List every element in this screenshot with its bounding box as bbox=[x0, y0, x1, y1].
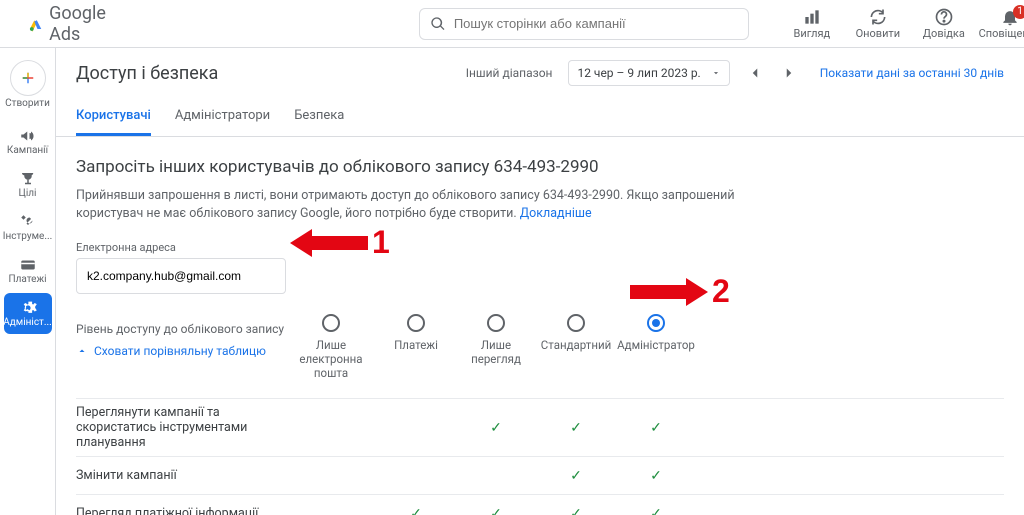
permission-cell: ✓ bbox=[456, 506, 536, 515]
invite-description: Прийнявши запрошення в листі, вони отрим… bbox=[76, 187, 776, 223]
sidebar-item-tools[interactable]: Інструме... bbox=[4, 207, 52, 248]
permission-cell bbox=[376, 468, 456, 484]
permission-label: Перегляд платіжної інформації bbox=[76, 506, 286, 515]
notification-badge: 1 bbox=[1013, 5, 1024, 19]
search-input[interactable] bbox=[454, 16, 738, 31]
permission-row: Змінити кампанії ✓✓ bbox=[76, 456, 1004, 494]
tabs: Користувачі Адміністратори Безпека bbox=[56, 98, 1024, 137]
permissions-table: Переглянути кампанії та скористатись інс… bbox=[76, 398, 1004, 515]
tab-security[interactable]: Безпека bbox=[294, 98, 344, 136]
access-level-billing[interactable]: Платежі bbox=[376, 314, 456, 380]
sidebar-item-billing[interactable]: Платежі bbox=[4, 250, 52, 291]
last-30-days-link[interactable]: Показати дані за останні 30 днів bbox=[820, 66, 1004, 80]
sidebar-item-campaigns[interactable]: Кампанії bbox=[4, 121, 52, 162]
trophy-icon bbox=[19, 170, 37, 188]
search-box[interactable] bbox=[419, 8, 749, 40]
access-level-read_only[interactable]: Лише перегляд bbox=[456, 314, 536, 380]
main-content: Доступ і безпека Інший діапазон 12 чер –… bbox=[56, 48, 1024, 515]
date-range-picker[interactable]: 12 чер – 9 лип 2023 р. bbox=[568, 60, 729, 86]
invite-heading: Запросіть інших користувачів до обліково… bbox=[76, 157, 1004, 177]
permission-cell: ✓ bbox=[616, 420, 696, 436]
range-type-label: Інший діапазон bbox=[466, 66, 553, 80]
ads-logo-icon bbox=[28, 13, 43, 35]
tab-users[interactable]: Користувачі bbox=[76, 98, 151, 136]
access-level-radios: Лише електронна поштаПлатежіЛише перегля… bbox=[286, 314, 1004, 380]
permission-cell bbox=[286, 506, 376, 515]
permission-cell: ✓ bbox=[616, 506, 696, 515]
sidebar-item-goals[interactable]: Цілі bbox=[4, 164, 52, 205]
search-icon bbox=[430, 16, 446, 32]
refresh-button[interactable]: Оновити bbox=[847, 7, 909, 40]
tools-icon bbox=[19, 213, 37, 231]
date-next[interactable] bbox=[780, 64, 798, 82]
permission-cell: ✓ bbox=[536, 468, 616, 484]
permission-cell: ✓ bbox=[456, 420, 536, 436]
help-button[interactable]: Довідка bbox=[913, 7, 975, 40]
product-name: Google Ads bbox=[49, 3, 113, 45]
gear-icon bbox=[19, 299, 37, 317]
permission-cell: ✓ bbox=[376, 506, 456, 515]
email-input-wrapper[interactable] bbox=[76, 258, 286, 294]
help-icon bbox=[934, 7, 954, 27]
product-logo[interactable]: Google Ads bbox=[28, 3, 113, 45]
notifications-button[interactable]: 1 Сповіщення bbox=[979, 7, 1024, 40]
radio-standard[interactable] bbox=[567, 314, 585, 332]
plus-icon bbox=[19, 69, 37, 87]
radio-admin[interactable] bbox=[647, 314, 665, 332]
access-level-admin[interactable]: Адміністратор bbox=[616, 314, 696, 380]
learn-more-link[interactable]: Докладніше bbox=[520, 206, 592, 221]
view-button[interactable]: Вигляд bbox=[781, 7, 843, 40]
permission-cell bbox=[456, 468, 536, 484]
date-prev[interactable] bbox=[746, 64, 764, 82]
radio-billing[interactable] bbox=[407, 314, 425, 332]
header-actions: Вигляд Оновити Довідка 1 Сповіщення bbox=[781, 7, 1024, 40]
chevron-up-icon bbox=[76, 345, 88, 357]
permission-cell bbox=[376, 420, 456, 436]
email-field-label: Електронна адреса bbox=[76, 241, 1004, 254]
email-field[interactable] bbox=[87, 269, 275, 283]
permission-cell: ✓ bbox=[536, 506, 616, 515]
permission-cell bbox=[286, 420, 376, 436]
radio-email_only[interactable] bbox=[322, 314, 340, 332]
permission-cell: ✓ bbox=[536, 420, 616, 436]
permission-cell: ✓ bbox=[616, 468, 696, 484]
page-title: Доступ і безпека bbox=[76, 63, 218, 84]
refresh-icon bbox=[868, 7, 888, 27]
app-header: Google Ads Вигляд Оновити Довідка 1 Спов… bbox=[0, 0, 1024, 48]
megaphone-icon bbox=[19, 127, 37, 145]
permission-cell bbox=[286, 468, 376, 484]
sidebar-item-admin[interactable]: Адмініст... bbox=[4, 293, 52, 334]
access-level-standard[interactable]: Стандартний bbox=[536, 314, 616, 380]
access-level-email_only[interactable]: Лише електронна пошта bbox=[286, 314, 376, 380]
permission-row: Перегляд платіжної інформації✓✓✓✓ bbox=[76, 494, 1004, 515]
create-button[interactable]: Створити bbox=[4, 54, 52, 115]
radio-read_only[interactable] bbox=[487, 314, 505, 332]
left-nav: Створити Кампанії Цілі Інструме... Плате… bbox=[0, 48, 56, 515]
caret-down-icon bbox=[711, 68, 721, 78]
permission-row: Переглянути кампанії та скористатись інс… bbox=[76, 398, 1004, 456]
bars-icon bbox=[802, 7, 822, 27]
tab-managers[interactable]: Адміністратори bbox=[175, 98, 270, 136]
card-icon bbox=[19, 256, 37, 274]
permission-label: Переглянути кампанії та скористатись інс… bbox=[76, 405, 286, 450]
permission-label: Змінити кампанії bbox=[76, 468, 286, 483]
